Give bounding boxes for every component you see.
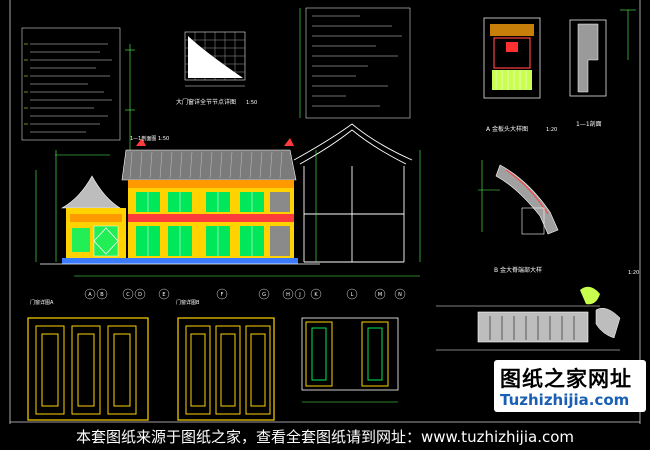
detail-b-label: B 金大脊端部大样 [494, 266, 542, 274]
watermark-url: Tuzhizhijia.com [500, 391, 630, 409]
detail-a-label: A 金板头大样图 [486, 125, 528, 133]
detail-panel-scale: 1:50 [246, 100, 257, 106]
axis-label-a: A [88, 292, 92, 298]
detail-b-scale: 1:20 [628, 270, 639, 276]
axis-label-b: B [100, 292, 104, 298]
door-a-title: 门窗详图A [30, 299, 54, 306]
elevation-note: 1—1剖面图 1:50 [130, 135, 169, 142]
axis-label-n: N [398, 292, 402, 298]
section-1-label: 1—1剖面 [576, 120, 602, 128]
watermark-title: 图纸之家网址 [500, 367, 632, 391]
axis-label-h: H [286, 292, 290, 298]
axis-label-j: J [298, 292, 300, 298]
source-footer: 本套图纸来源于图纸之家，查看全套图纸请到网址：www.tuzhizhijia.c… [0, 424, 650, 450]
detail-panel-title: 大门窗详全节节点详图 [176, 98, 236, 106]
axis-label-m: M [378, 292, 382, 298]
axis-label-g: G [262, 292, 266, 298]
detail-a-scale: 1:20 [546, 127, 557, 133]
axis-label-l: L [351, 292, 354, 298]
axis-label-d: D [138, 292, 142, 298]
axis-label-f: F [221, 292, 224, 298]
watermark-badge: 图纸之家网址 Tuzhizhijia.com [494, 360, 646, 412]
door-b-title: 门窗详图B [176, 299, 200, 306]
axis-label-e: E [162, 292, 165, 298]
axis-label-c: C [126, 292, 130, 298]
